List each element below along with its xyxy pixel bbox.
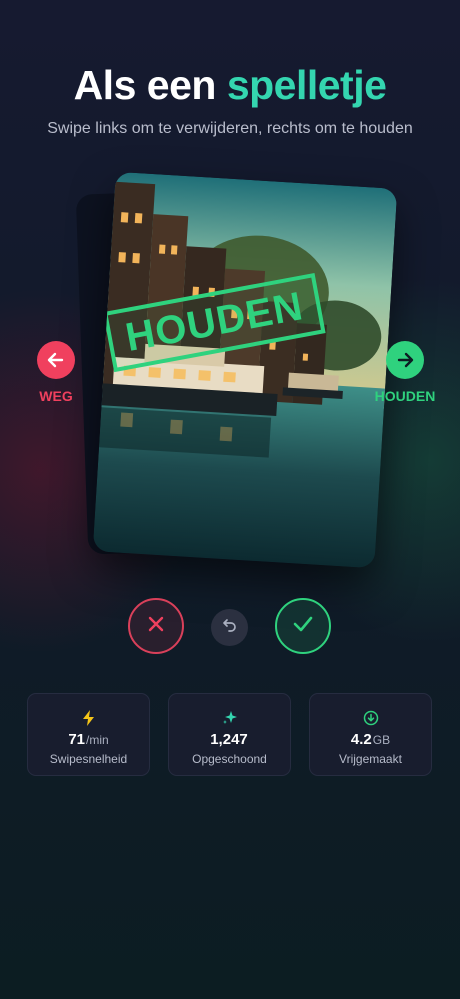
swipe-left-hint[interactable]: WEG [34,341,78,404]
keep-button[interactable] [275,598,331,654]
check-icon [292,615,314,638]
undo-button[interactable] [211,609,248,646]
stat-label: Vrijgemaakt [339,752,402,766]
stat-label: Swipesnelheid [49,752,128,766]
title-main: Als een [73,62,217,108]
photo-canal [92,171,398,569]
arrow-left-icon [37,341,75,379]
stat-value: 4.2 [350,731,372,748]
stat-value: 1,247 [210,731,248,748]
arrow-right-icon [386,341,424,379]
stat-label: Opgeschoond [192,752,267,766]
close-icon [147,615,165,638]
title-accent: spelletje [226,62,387,108]
stat-unit: /min [86,733,109,747]
page-subtitle: Swipe links om te verwijderen, rechts om… [47,120,413,137]
lightning-icon [28,710,149,726]
download-circle-icon [310,710,431,726]
undo-icon [222,617,238,638]
swipe-right-label: HOUDEN [374,388,436,404]
reject-button[interactable] [128,598,184,654]
swipe-right-hint[interactable]: HOUDEN [371,341,439,404]
stat-freed: 4.2GB Vrijgemaakt [309,693,432,776]
photo-card[interactable]: HOUDEN [92,171,398,569]
swipe-left-label: WEG [39,388,73,404]
sparkle-icon [169,710,290,726]
stat-unit: GB [372,733,391,747]
stat-value: 71 [68,731,85,748]
stat-cleaned: 1,247 Opgeschoond [168,693,291,776]
stat-swipe-speed: 71/min Swipesnelheid [27,693,150,776]
page-title: Als een spelletje [0,62,460,109]
